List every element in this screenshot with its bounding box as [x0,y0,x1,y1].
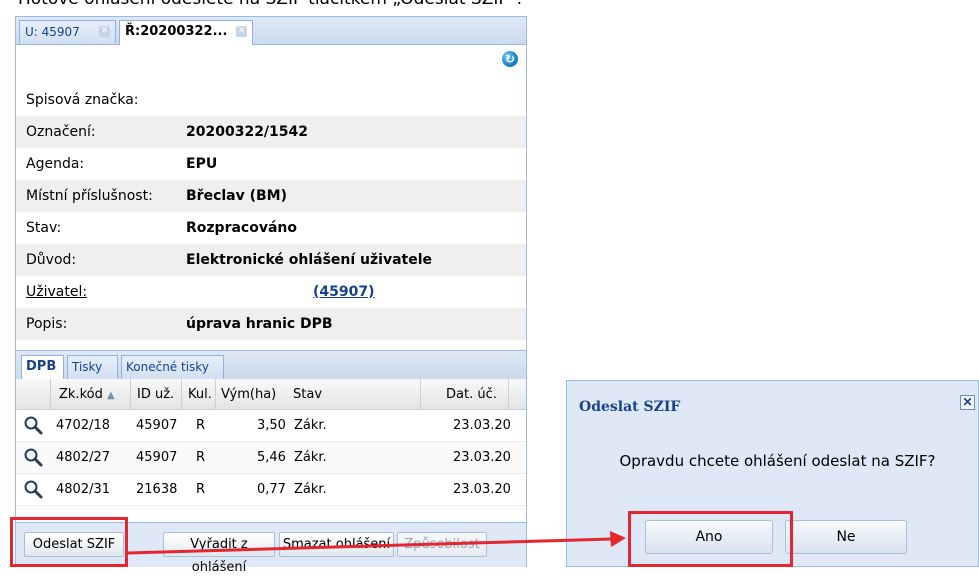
vyradit-z-ohlaseni-button[interactable]: Vyřadit z ohlášení [163,532,275,575]
form-row-spisova-znacka: Spisová značka: [16,84,526,116]
magnifier-icon[interactable] [23,415,43,435]
detail-tab-bar: DPB Tisky Konečné tisky [16,350,526,380]
dpb-grid: Zk.kód ▲ ID už. Kul. Vým(ha) Stav Dat. ú… [16,379,526,506]
cell-id-uz: 45907 [136,418,178,433]
col-kul[interactable]: Kul. [188,387,212,402]
col-id-uz[interactable]: ID už. [137,387,174,402]
tab-record-label: Ř:20200322... [125,24,228,39]
cell-zk-kod: 4702/18 [56,418,111,433]
highlight-box-odeslat [10,517,128,567]
cell-kul: R [196,482,206,497]
form-row-stav: Stav: Rozpracováno [16,212,526,244]
form-row-oznaceni: Označení: 20200322/1542 [16,116,526,148]
form-row-duvod: Důvod: Elektronické ohlášení uživatele [16,244,526,276]
form-row-popis: Popis: úprava hranic DPB [16,308,526,340]
form-value: 20200322/1542 [186,124,309,140]
smazat-ohlaseni-button[interactable]: Smazat ohlášení [279,532,394,557]
cell-zk-kod: 4802/27 [56,450,111,465]
user-id-link[interactable]: (45907) [186,284,375,300]
form-label: Označení: [26,124,96,140]
dialog-title: Odeslat SZIF ✕ [567,381,978,419]
cell-kul: R [196,418,206,433]
cell-stav: Zákr. [294,482,327,497]
cell-dat-uc: 23.03.20 [453,450,511,465]
close-icon[interactable]: ✕ [960,395,975,410]
cell-vym: 0,77 [257,482,286,497]
tab-tisky[interactable]: Tisky [67,355,118,379]
cell-vym: 3,50 [257,418,286,433]
cell-dat-uc: 23.03.20 [453,482,511,497]
close-icon[interactable]: ✕ [236,26,247,37]
instruction-caption: Hotové ohlášení odešlete na SZIF tlačítk… [18,0,522,9]
tab-user[interactable]: U: 45907 ✕ [19,20,116,43]
tab-record[interactable]: Ř:20200322... ✕ [119,20,253,45]
cell-kul: R [196,450,206,465]
cell-stav: Zákr. [294,450,327,465]
form-row-mistni-prislusnost: Místní příslušnost: Břeclav (BM) [16,180,526,212]
cell-id-uz: 21638 [136,482,178,497]
cell-id-uz: 45907 [136,450,178,465]
form-value: Břeclav (BM) [186,188,288,204]
form-value: úprava hranic DPB [186,316,333,332]
ne-button[interactable]: Ne [785,520,907,554]
user-link-label[interactable]: Uživatel: [16,284,186,300]
form-value: EPU [186,156,218,172]
col-vym[interactable]: Vým(ha) [221,387,276,402]
form-label: Místní příslušnost: [26,188,153,204]
dialog-title-text: Odeslat SZIF [579,399,681,415]
col-zk-kod[interactable]: Zk.kód ▲ [59,387,115,402]
magnifier-icon[interactable] [23,479,43,499]
magnifier-icon[interactable] [23,447,43,467]
form-label: Stav: [26,220,62,236]
tab-konecne-tisky[interactable]: Konečné tisky [121,355,224,379]
zpusobilost-button: Způsobilost [397,532,487,557]
cell-dat-uc: 23.03.20 [453,418,511,433]
form-label: Agenda: [26,156,85,172]
form-label: Spisová značka: [26,92,139,108]
grid-header: Zk.kód ▲ ID už. Kul. Vým(ha) Stav Dat. ú… [16,379,526,410]
form-value: Elektronické ohlášení uživatele [186,252,433,268]
record-panel: U: 45907 ✕ Ř:20200322... ✕ ↻ Spisová zna… [15,16,527,575]
sort-asc-icon: ▲ [106,390,115,401]
highlight-box-ano [628,511,793,567]
table-row[interactable]: 4802/31 21638 R 0,77 Zákr. 23.03.20 [16,474,526,506]
tab-dpb[interactable]: DPB [21,355,64,379]
form-value: Rozpracováno [186,220,297,236]
dialog-message: Opravdu chcete ohlášení odeslat na SZIF? [619,452,936,470]
tab-bar: U: 45907 ✕ Ř:20200322... ✕ [16,17,526,45]
form-row-agenda: Agenda: EPU [16,148,526,180]
form-label: Popis: [26,316,68,332]
cell-vym: 5,46 [257,450,286,465]
form-row-uzivatel: Uživatel: (45907) [16,276,526,308]
tab-user-label: U: 45907 [25,25,80,39]
cell-stav: Zákr. [294,418,327,433]
table-row[interactable]: 4802/27 45907 R 5,46 Zákr. 23.03.20 [16,442,526,474]
record-form: Spisová značka: Označení: 20200322/1542 … [16,84,526,340]
col-stav[interactable]: Stav [293,387,322,402]
close-icon[interactable]: ✕ [99,26,110,37]
col-dat-uc[interactable]: Dat. úč. [446,387,497,402]
form-label: Důvod: [26,252,77,268]
refresh-icon[interactable]: ↻ [502,51,518,67]
table-row[interactable]: 4702/18 45907 R 3,50 Zákr. 23.03.20 [16,410,526,442]
cell-zk-kod: 4802/31 [56,482,111,497]
